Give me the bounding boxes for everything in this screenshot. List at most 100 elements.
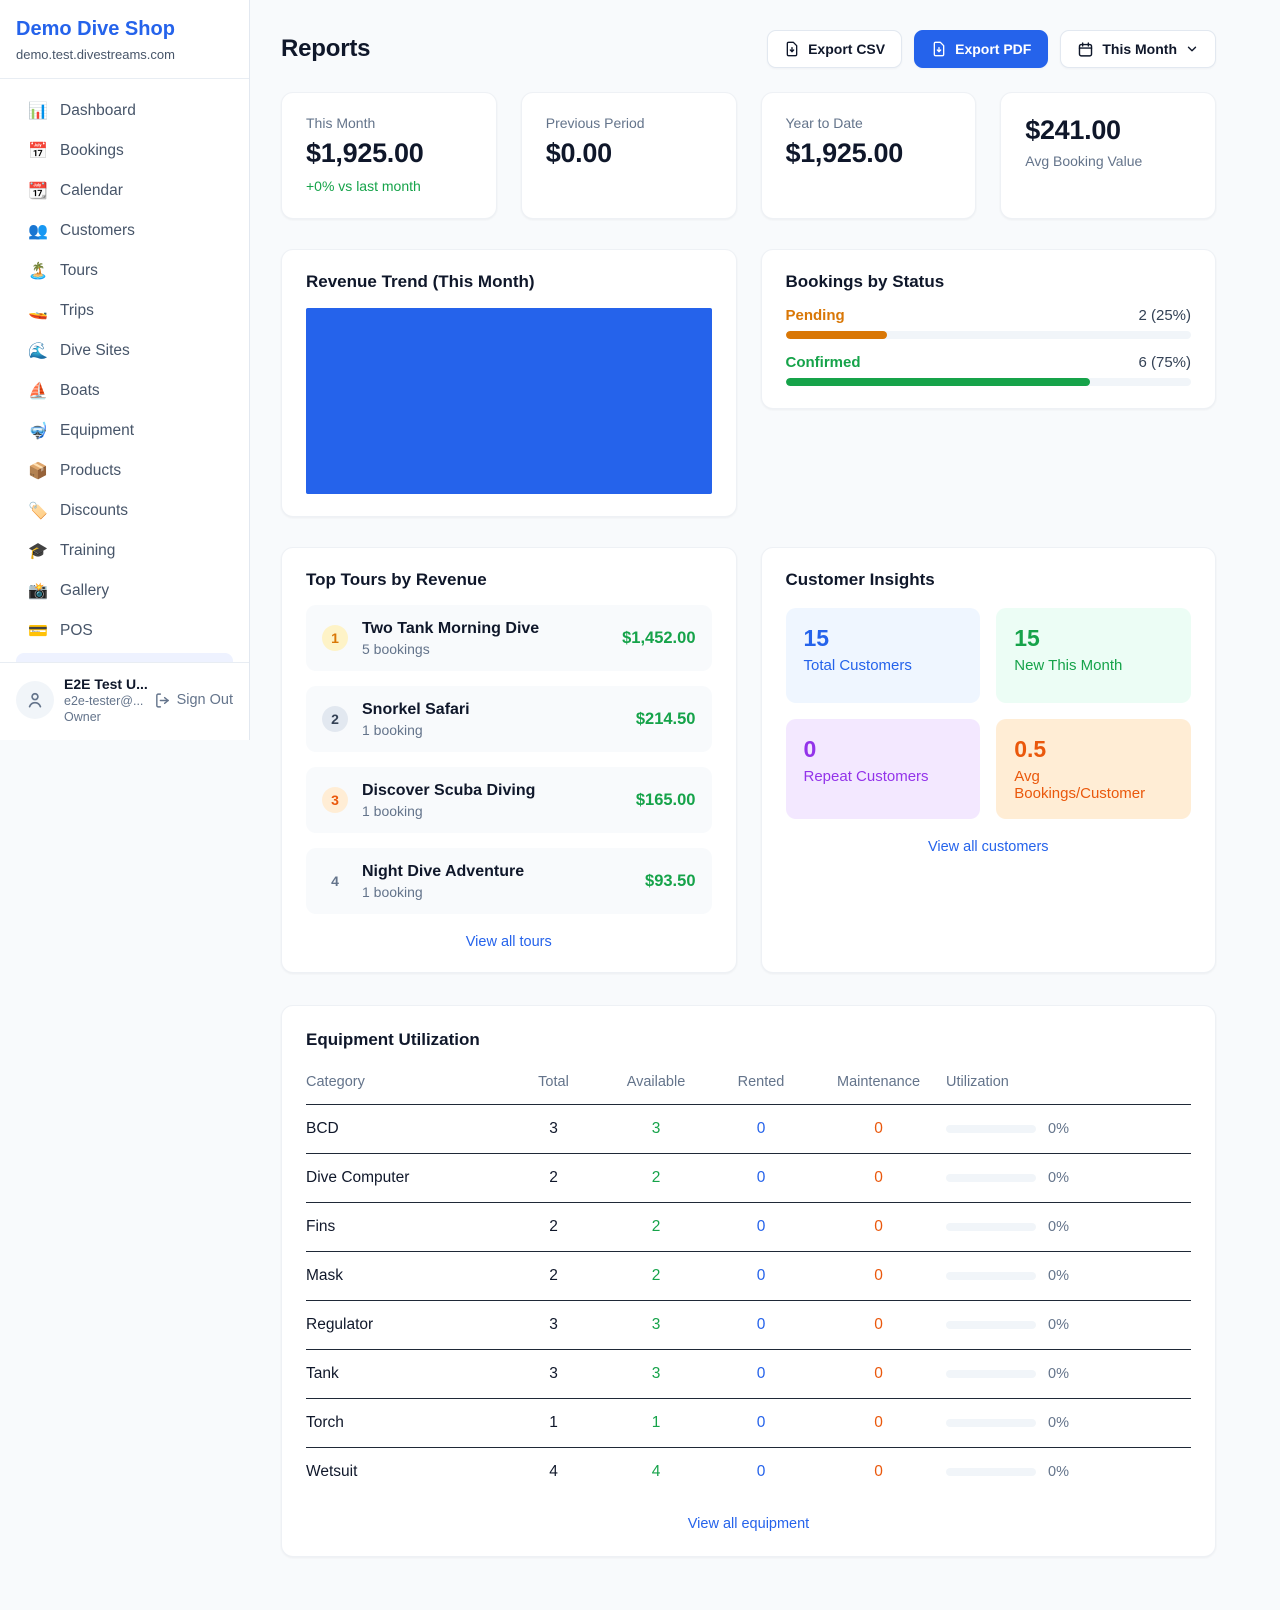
cell-category: Regulator [306,1316,506,1334]
insights-row: Top Tours by Revenue 1 Two Tank Morning … [281,547,1216,973]
sidebar-item-reports-active[interactable] [16,653,233,662]
user-meta: E2E Test U... e2e-tester@... Owner [64,676,144,724]
sidebar-item-gallery[interactable]: 📸 Gallery [16,571,233,611]
utilization-bar [946,1174,1036,1182]
stat-card: This Month $1,925.00 +0% vs last month [281,92,497,219]
cell-maintenance: 0 [811,1365,946,1383]
nav-item-label: Gallery [60,582,109,600]
calendar-icon [1077,41,1094,58]
nav-item-icon: 👥 [28,221,48,241]
insight-label: Repeat Customers [804,768,963,785]
tour-amount: $1,452.00 [622,629,695,648]
status-label: Confirmed [786,354,861,371]
cell-rented: 0 [711,1120,811,1138]
cell-maintenance: 0 [811,1316,946,1334]
cell-available: 4 [601,1463,711,1481]
view-all-tours-link[interactable]: View all tours [466,934,552,950]
column-header: Available [601,1074,711,1090]
insight-value: 0 [804,736,963,763]
tour-row: 1 Two Tank Morning Dive 5 bookings $1,45… [306,605,712,671]
stat-label: Year to Date [786,115,952,131]
equipment-table: CategoryTotalAvailableRentedMaintenanceU… [306,1064,1191,1496]
export-pdf-button[interactable]: Export PDF [914,30,1048,68]
sidebar-item-equipment[interactable]: 🤿 Equipment [16,411,233,451]
utilization-bar [946,1272,1036,1280]
stat-delta: +0% vs last month [306,178,472,194]
sidebar-item-discounts[interactable]: 🏷️ Discounts [16,491,233,531]
stat-value: $241.00 [1025,115,1191,146]
utilization-bar [946,1468,1036,1476]
main-content: Reports Export CSV Export PDF [250,0,1280,1597]
revenue-trend-title: Revenue Trend (This Month) [306,272,712,292]
stat-card: Previous Period $0.00 [521,92,737,219]
sidebar-item-tours[interactable]: 🏝️ Tours [16,251,233,291]
sidebar-item-boats[interactable]: ⛵ Boats [16,371,233,411]
charts-row: Revenue Trend (This Month) Bookings by S… [281,249,1216,517]
stat-card: Avg Booking Value $241.00 [1000,92,1216,219]
header-actions: Export CSV Export PDF This Month [767,30,1216,68]
brand: Demo Dive Shop demo.test.divestreams.com [0,0,249,78]
utilization-bar [946,1419,1036,1427]
brand-domain: demo.test.divestreams.com [16,47,233,62]
sidebar-item-calendar[interactable]: 📆 Calendar [16,171,233,211]
cell-utilization: 0% [946,1219,1191,1235]
export-csv-button[interactable]: Export CSV [767,30,902,68]
cell-utilization: 0% [946,1121,1191,1137]
sidebar-item-products[interactable]: 📦 Products [16,451,233,491]
period-label: This Month [1102,41,1177,57]
sidebar-item-bookings[interactable]: 📅 Bookings [16,131,233,171]
status-bar-fill [786,331,887,339]
cell-category: Dive Computer [306,1169,506,1187]
sidebar-item-trips[interactable]: 🚤 Trips [16,291,233,331]
cell-total: 1 [506,1414,601,1432]
cell-utilization: 0% [946,1317,1191,1333]
sidebar-item-dive-sites[interactable]: 🌊 Dive Sites [16,331,233,371]
cell-rented: 0 [711,1414,811,1432]
view-all-equipment-link[interactable]: View all equipment [688,1516,809,1532]
cell-maintenance: 0 [811,1267,946,1285]
insight-label: New This Month [1014,657,1173,674]
utilization-text: 0% [1048,1366,1069,1382]
sidebar-item-pos[interactable]: 💳 POS [16,611,233,651]
export-pdf-label: Export PDF [955,41,1031,57]
bookings-by-status-title: Bookings by Status [786,272,1192,292]
sidebar-item-training[interactable]: 🎓 Training [16,531,233,571]
chevron-down-icon [1185,42,1199,56]
sidebar-item-dashboard[interactable]: 📊 Dashboard [16,91,233,131]
nav-item-label: Tours [60,262,98,280]
cell-category: Fins [306,1218,506,1236]
tour-row: 4 Night Dive Adventure 1 booking $93.50 [306,848,712,914]
view-all-customers-link[interactable]: View all customers [928,839,1049,855]
nav-item-icon: 📅 [28,141,48,161]
table-row: Dive Computer 2 2 0 0 0% [306,1154,1191,1203]
cell-available: 3 [601,1120,711,1138]
tour-amount: $214.50 [636,710,696,729]
insight-tile: 0.5 Avg Bookings/Customer [996,719,1191,819]
period-dropdown[interactable]: This Month [1060,30,1216,68]
table-row: Torch 1 1 0 0 0% [306,1399,1191,1448]
cell-category: BCD [306,1120,506,1138]
nav-item-icon: 🏷️ [28,501,48,521]
cell-utilization: 0% [946,1464,1191,1480]
cell-total: 3 [506,1365,601,1383]
sidebar-item-customers[interactable]: 👥 Customers [16,211,233,251]
nav-item-icon: 🚤 [28,301,48,321]
status-row: Confirmed 6 (75%) [786,354,1192,386]
cell-available: 1 [601,1414,711,1432]
cell-total: 2 [506,1267,601,1285]
tour-row: 3 Discover Scuba Diving 1 booking $165.0… [306,767,712,833]
cell-available: 2 [601,1267,711,1285]
tour-name: Snorkel Safari [362,701,470,719]
stat-label: This Month [306,115,472,131]
revenue-trend-chart [306,308,712,494]
sign-out-button[interactable]: Sign Out [154,692,233,709]
utilization-bar [946,1223,1036,1231]
nav-item-icon: 💳 [28,621,48,641]
rank-badge: 3 [322,787,348,813]
tour-name: Night Dive Adventure [362,863,524,881]
utilization-text: 0% [1048,1170,1069,1186]
top-tours-panel: Top Tours by Revenue 1 Two Tank Morning … [281,547,737,973]
status-bar-fill [786,378,1090,386]
insight-label: Avg Bookings/Customer [1014,768,1173,802]
sidebar-user-panel: E2E Test U... e2e-tester@... Owner Sign … [0,662,249,740]
